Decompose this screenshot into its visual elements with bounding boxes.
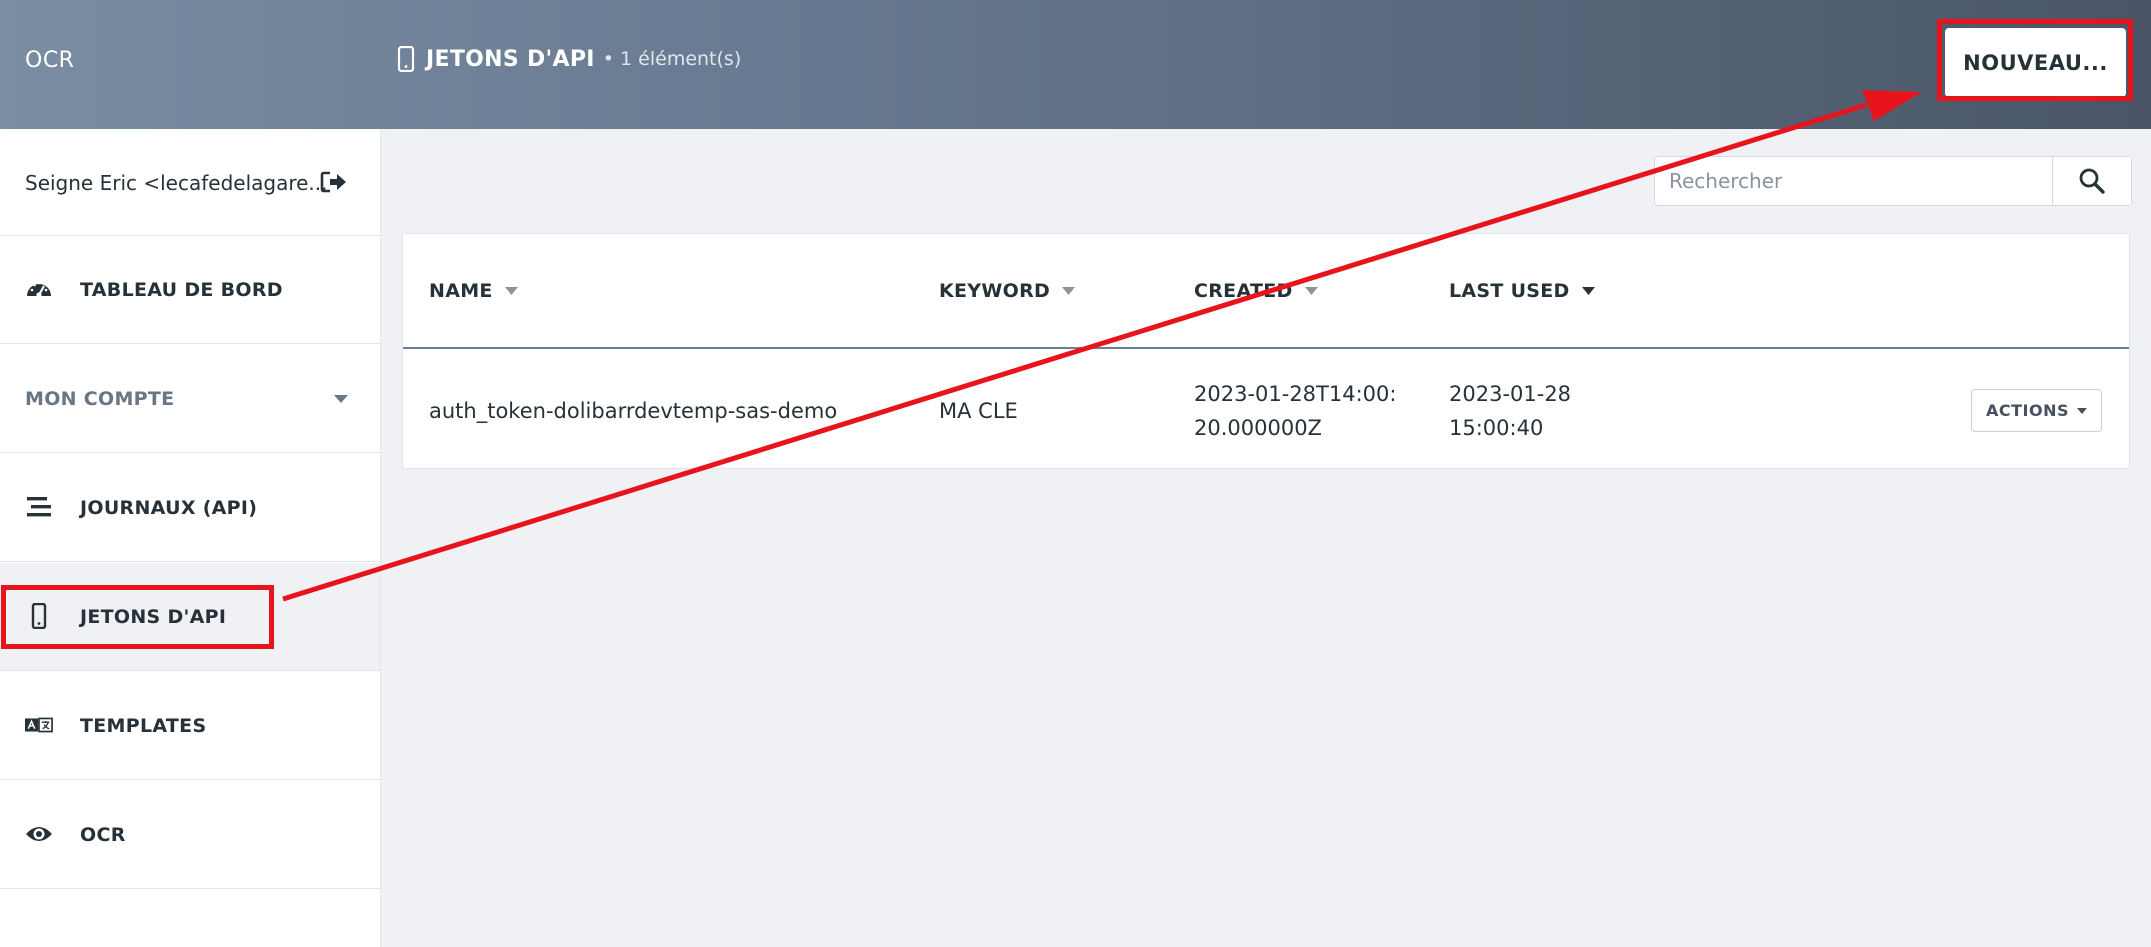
list-icon (27, 497, 51, 517)
sidebar-item-templates[interactable]: TEMPLATES (0, 672, 380, 780)
cell-keyword: MA CLE (939, 399, 1018, 423)
top-bar: OCR JETONS D'API • 1 élément(s) (0, 0, 2151, 129)
column-header-created[interactable]: CREATED (1194, 280, 1318, 302)
sidebar-item-label: MON COMPTE (25, 388, 175, 410)
sort-icon (1304, 287, 1318, 295)
phone-icon (31, 603, 47, 629)
row-actions-button[interactable]: ACTIONS (1971, 389, 2102, 432)
cell-last-used: 2023-01-28 15:00:40 (1449, 382, 1572, 440)
sidebar-item-api-tokens[interactable]: JETONS D'API (0, 563, 380, 671)
new-token-button[interactable]: NOUVEAU... (1945, 28, 2126, 97)
sort-icon (1062, 287, 1076, 295)
eye-icon (26, 827, 52, 841)
sidebar-item-label: TABLEAU DE BORD (80, 279, 283, 301)
tokens-table: NAME KEYWORD CREATED LAST USED auth_toke… (402, 233, 2130, 469)
search-icon (2079, 168, 2105, 194)
page-title: JETONS D'API (426, 46, 595, 72)
column-header-name[interactable]: NAME (429, 280, 518, 302)
dashboard-icon (27, 281, 51, 298)
chevron-down-icon (334, 395, 348, 403)
sidebar-section-account[interactable]: MON COMPTE (0, 345, 380, 453)
sidebar-item-ocr[interactable]: OCR (0, 781, 380, 889)
app-brand[interactable]: OCR (25, 48, 74, 73)
sidebar-item-label: JETONS D'API (80, 606, 227, 628)
cell-name: auth_token-dolibarrdevtemp-sas-demo (429, 399, 838, 423)
phone-icon (397, 46, 415, 72)
item-count: • 1 élément(s) (602, 48, 742, 70)
table-header: NAME KEYWORD CREATED LAST USED (403, 234, 2129, 349)
caret-down-icon (2077, 407, 2087, 414)
translate-icon (25, 717, 53, 733)
sidebar-item-logs[interactable]: JOURNAUX (API) (0, 454, 380, 562)
cell-created: 2023-01-28T14:00: 20.000000Z (1194, 382, 1397, 440)
column-header-keyword[interactable]: KEYWORD (939, 280, 1076, 302)
sort-icon (504, 287, 518, 295)
search-input[interactable] (1655, 157, 2052, 205)
sidebar-item-label: JOURNAUX (API) (80, 497, 258, 519)
page-heading: JETONS D'API • 1 élément(s) (396, 46, 741, 72)
logout-icon[interactable] (320, 170, 348, 194)
sort-icon (1581, 287, 1595, 295)
sidebar: Seigne Eric <lecafedelagare... TABLEAU D… (0, 129, 381, 947)
sidebar-item-label: OCR (80, 824, 126, 846)
sidebar-item-label: TEMPLATES (80, 715, 207, 737)
user-row: Seigne Eric <lecafedelagare... (0, 129, 380, 236)
search-button[interactable] (2052, 157, 2131, 205)
sidebar-item-dashboard[interactable]: TABLEAU DE BORD (0, 236, 380, 344)
search-box (1654, 156, 2132, 206)
column-header-last-used[interactable]: LAST USED (1449, 280, 1595, 302)
user-name: Seigne Eric <lecafedelagare... (25, 171, 328, 195)
